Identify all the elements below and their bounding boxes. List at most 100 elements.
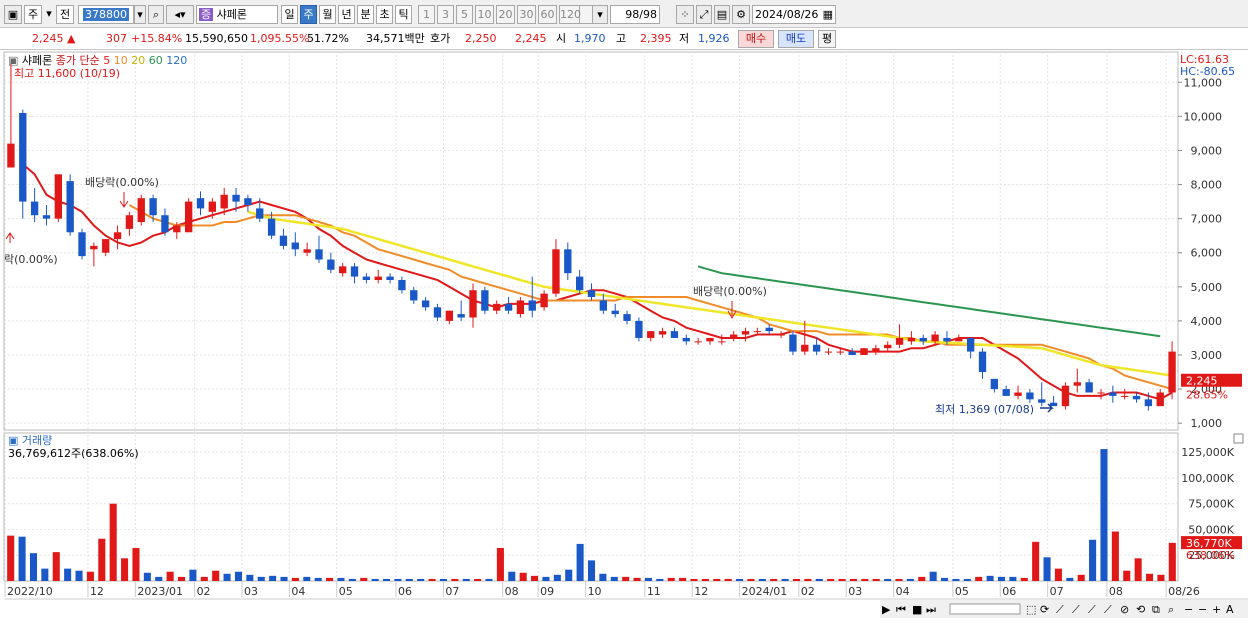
- dots-icon[interactable]: ⁘: [676, 5, 694, 24]
- last-page-icon[interactable]: ⏭: [926, 603, 936, 616]
- volume-bar: [121, 558, 129, 581]
- trend-icon[interactable]: ⟋: [1072, 603, 1080, 616]
- search-icon[interactable]: ⌕: [148, 5, 164, 24]
- channel-icon[interactable]: ⟋: [1088, 603, 1096, 616]
- candle-body: [966, 337, 975, 352]
- period-button-3[interactable]: 년: [338, 5, 355, 24]
- buy-button[interactable]: 매수: [738, 30, 774, 48]
- speaker-icon[interactable]: ◂▾: [166, 5, 194, 24]
- stock-name-field[interactable]: 증 샤페론: [196, 5, 278, 24]
- candle-body: [481, 290, 489, 311]
- interval-button-10[interactable]: 10: [475, 5, 494, 24]
- stop-icon[interactable]: ■: [912, 603, 922, 616]
- period-button-1[interactable]: 주: [300, 5, 317, 24]
- interval-button-3[interactable]: 3: [437, 5, 454, 24]
- candle-body: [848, 351, 856, 355]
- code-input[interactable]: 378800: [83, 8, 129, 21]
- x-axis-label: 05: [339, 585, 353, 598]
- interval-button-120[interactable]: 120: [559, 5, 581, 24]
- candle-body: [718, 341, 726, 343]
- legend-indicator: 종가 단순: [56, 54, 103, 67]
- interval-button-5[interactable]: 5: [456, 5, 473, 24]
- zoom-out-icon[interactable]: −: [1184, 603, 1193, 616]
- x-axis-label: 2024/01: [742, 585, 788, 598]
- window-icon[interactable]: ▣: [4, 5, 22, 24]
- crosshair-icon[interactable]: ⤢: [696, 5, 712, 24]
- volume-bar: [770, 578, 778, 581]
- eval-button[interactable]: 평: [818, 30, 836, 48]
- volume-bar: [747, 578, 755, 581]
- zoom-icon[interactable]: ⬚: [1026, 603, 1036, 616]
- x-axis-label: 04: [291, 585, 305, 598]
- date-field[interactable]: 2024/08/26 ▦: [752, 5, 836, 24]
- code-dropdown-icon[interactable]: ▾: [134, 5, 146, 24]
- legend-ma-120: 120: [166, 54, 187, 67]
- period-button-6[interactable]: 틱: [395, 5, 412, 24]
- volume-bar: [257, 576, 265, 581]
- x-axis-label: 07: [445, 585, 459, 598]
- period-button-0[interactable]: 일: [281, 5, 298, 24]
- volume-bar: [997, 576, 1006, 581]
- scroll-right-icon[interactable]: ▶: [882, 603, 891, 616]
- period-button-4[interactable]: 분: [357, 5, 374, 24]
- interval-button-20[interactable]: 20: [496, 5, 515, 24]
- price-tick-label: 7,000: [1191, 213, 1223, 226]
- period-button-2[interactable]: 월: [319, 5, 336, 24]
- interval-button-60[interactable]: 60: [538, 5, 557, 24]
- candle-body: [694, 341, 702, 343]
- candle-body: [741, 331, 750, 335]
- sell-button[interactable]: 매도: [778, 30, 814, 48]
- copy-icon[interactable]: ⧉: [1152, 603, 1160, 616]
- period-button-5[interactable]: 초: [376, 5, 393, 24]
- high-annotation: 최고 11,600 (10/19): [14, 67, 120, 80]
- candle-body: [635, 320, 643, 338]
- volume-bar: [86, 571, 94, 581]
- prev-button[interactable]: 전: [56, 5, 74, 24]
- price-change: 307: [106, 32, 127, 45]
- market-select[interactable]: 주: [24, 5, 42, 24]
- line-draw-icon[interactable]: ⟋: [1056, 603, 1064, 616]
- candle-body: [102, 239, 110, 253]
- x-axis-label: 2023/01: [137, 585, 183, 598]
- candle-body: [860, 348, 868, 355]
- interval-button-1[interactable]: 1: [418, 5, 435, 24]
- candle-body: [599, 300, 608, 311]
- volume-bar: [622, 576, 630, 581]
- volume-bar: [337, 577, 345, 581]
- volume-bar: [906, 578, 914, 581]
- price-tick-label: 4,000: [1191, 315, 1223, 328]
- volume-bar: [428, 578, 436, 581]
- tool-icon[interactable]: ⊘: [1120, 603, 1129, 616]
- candle-body: [196, 198, 205, 209]
- interval-button-30[interactable]: 30: [517, 5, 536, 24]
- volume-bar: [633, 577, 641, 581]
- count-dropdown-icon[interactable]: ▾: [592, 5, 608, 24]
- price-tick-label: 9,000: [1191, 144, 1223, 157]
- candle-body: [386, 276, 394, 280]
- volume-bar: [64, 568, 72, 581]
- scroll-slider[interactable]: [949, 603, 1021, 615]
- low-price: 1,926: [698, 32, 730, 45]
- volume-bar: [360, 577, 368, 581]
- font-size-icon[interactable]: A: [1226, 603, 1234, 616]
- refresh-icon[interactable]: ⟳: [1040, 603, 1049, 616]
- fib-icon[interactable]: ⟋: [1104, 603, 1112, 616]
- calendar-icon[interactable]: ▦: [823, 6, 833, 23]
- count-field[interactable]: 98/98: [610, 5, 660, 24]
- volume-bar: [326, 577, 334, 581]
- first-page-icon[interactable]: ⏮: [896, 603, 906, 616]
- chart-svg[interactable]: 1,0002,0003,0004,0005,0006,0007,0008,000…: [0, 50, 1248, 621]
- market-dropdown-icon[interactable]: ▾: [44, 5, 54, 24]
- x-axis-label: 03: [244, 585, 258, 598]
- minus-icon[interactable]: −: [1198, 603, 1207, 616]
- save-icon[interactable]: ▤: [714, 5, 730, 24]
- candle: [184, 198, 193, 233]
- volume-bar: [1077, 574, 1085, 581]
- gear-icon[interactable]: ⚙: [732, 5, 750, 24]
- chart-area[interactable]: 1,000 2,000 3,000 4,000 5,000 6,000 7,000 8,000…: [0, 50, 1248, 621]
- link-icon[interactable]: ⟲: [1136, 603, 1145, 616]
- candle-body: [315, 249, 323, 260]
- plus-icon[interactable]: +: [1212, 603, 1221, 616]
- magnify-icon[interactable]: ⌕: [1168, 603, 1174, 616]
- candle-body: [410, 290, 418, 301]
